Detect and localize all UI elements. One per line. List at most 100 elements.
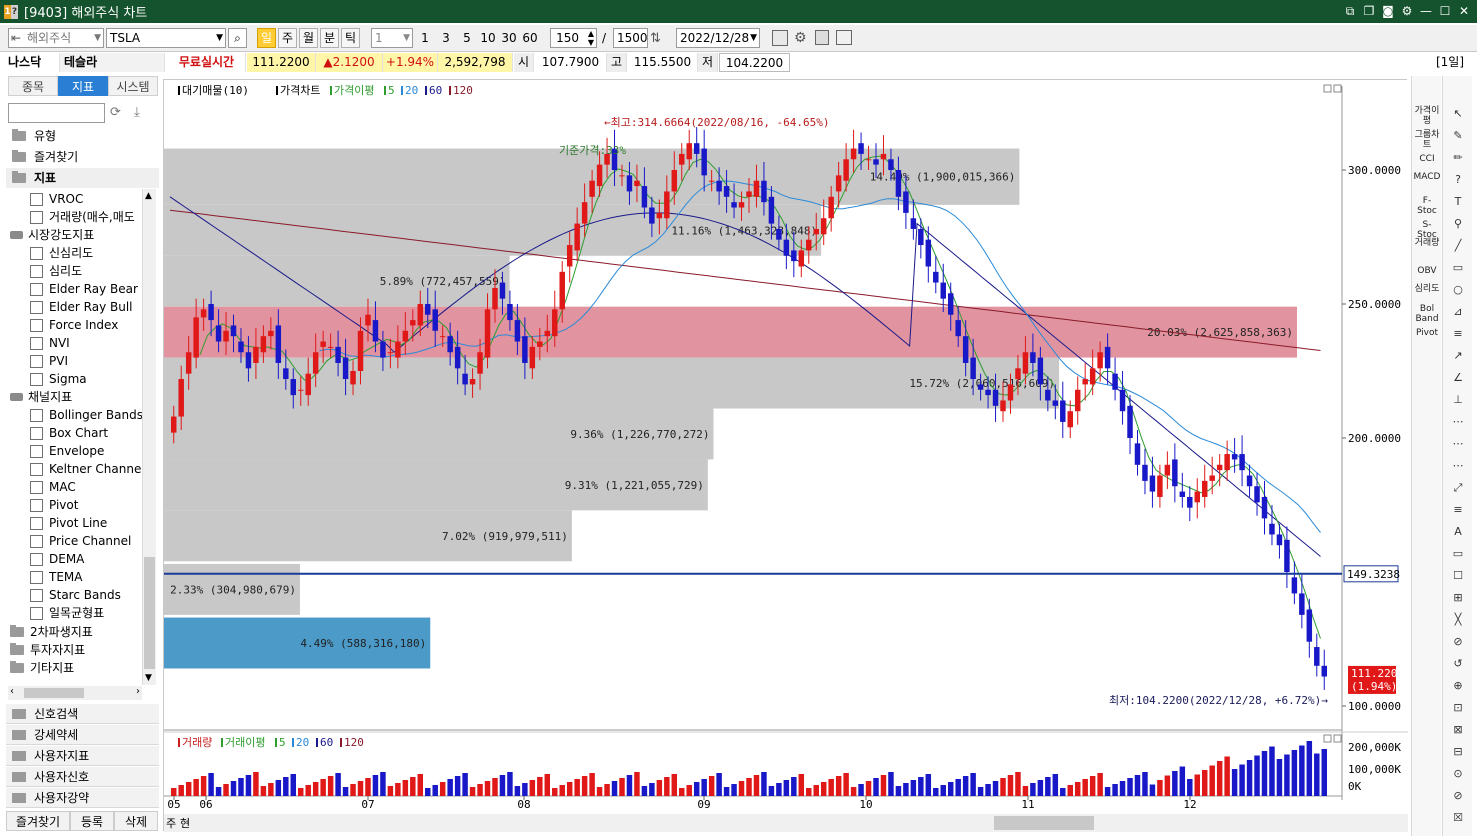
drawing-tool-icon[interactable]: ≡ (1450, 326, 1466, 342)
save-icon[interactable] (815, 30, 829, 45)
folder-user-strength[interactable]: 사용자강약 (6, 788, 159, 808)
drawing-tool-icon[interactable]: ↖ (1450, 106, 1466, 122)
interval-30-button[interactable]: 30 (499, 28, 519, 48)
pane-close-icon[interactable] (1333, 84, 1342, 93)
indicator-item[interactable]: 심리도 (30, 262, 82, 280)
scroll-right-icon[interactable]: › (136, 686, 140, 697)
refresh-icon[interactable]: ⟳ (110, 105, 121, 120)
drawing-tool-icon[interactable]: ○ (1450, 282, 1466, 298)
close-button[interactable]: ✕ (1457, 3, 1471, 19)
camera-icon[interactable]: ◙ (1381, 3, 1395, 19)
indicator-item[interactable]: Starc Bands (30, 586, 121, 604)
interval-10-button[interactable]: 10 (478, 28, 498, 48)
indicator-tool-button[interactable]: F-Stoc (1413, 196, 1441, 216)
folder-item[interactable]: 투자자지표 (6, 640, 142, 660)
indicator-item[interactable]: PVI (30, 352, 68, 370)
indicator-item[interactable]: Price Channel (30, 532, 131, 550)
gear-icon[interactable]: ⚙ (794, 30, 807, 46)
indicator-tool-button[interactable]: 심리도 (1413, 284, 1441, 294)
drawing-tool-icon[interactable]: ▭ (1450, 260, 1466, 276)
tree-scrollbar[interactable]: ▲ ▼ (142, 189, 156, 685)
drawing-tool-icon[interactable]: ? (1450, 172, 1466, 188)
drawing-tool-icon[interactable]: ↺ (1450, 656, 1466, 672)
folder-item[interactable]: 2차파생지표 (6, 622, 142, 642)
drawing-tool-icon[interactable]: ⊞ (1450, 590, 1466, 606)
indicator-tool-button[interactable]: Pivot (1413, 328, 1441, 338)
indicator-search-input[interactable] (8, 103, 105, 123)
pane-minimize-icon[interactable] (1323, 734, 1332, 743)
folder-strength[interactable]: 강세약세 (6, 725, 159, 745)
indicator-item[interactable]: DEMA (30, 550, 84, 568)
settings-icon[interactable]: ⚙ (1400, 3, 1414, 19)
folder-signal-search[interactable]: 신호검색 (6, 704, 159, 724)
indicator-category[interactable]: 채널지표 (6, 388, 72, 406)
indicator-tree[interactable]: VROC 거래량(매수,매도 시장강도지표 신심리도 심리도 Elder Ray Bear… (6, 189, 142, 679)
indicator-item[interactable]: Envelope (30, 442, 104, 460)
drawing-tool-icon[interactable]: ⊥ (1450, 392, 1466, 408)
symbol-input[interactable]: TSLA ▼ (106, 28, 226, 48)
indicator-category[interactable]: 시장강도지표 (6, 226, 94, 244)
drawing-tool-icon[interactable]: ⚲ (1450, 216, 1466, 232)
period-week-button[interactable]: 주 (278, 28, 297, 48)
pane-minimize-icon[interactable] (1323, 84, 1332, 93)
indicator-tool-button[interactable]: Bol Band (1413, 304, 1441, 324)
drawing-tool-icon[interactable]: ✎ (1450, 128, 1466, 144)
indicator-item[interactable]: Sigma (30, 370, 87, 388)
scroll-up-icon[interactable]: ▲ (145, 191, 152, 201)
register-button[interactable]: 등록 (70, 811, 114, 831)
interval-5-button[interactable]: 5 (457, 28, 477, 48)
maximize-button[interactable]: ☐ (1438, 3, 1452, 19)
folder-user-signal[interactable]: 사용자신호 (6, 767, 159, 787)
drawing-tool-icon[interactable]: ⊠ (1450, 722, 1466, 738)
price-chart-svg[interactable]: 대기매물(10) 가격차트 가격이평 5 20 60 120 14.49% (1,900,01… (164, 80, 1408, 832)
market-select[interactable]: ⇤ 해외주식 ▼ (8, 28, 104, 48)
indicator-item[interactable]: TEMA (30, 568, 82, 586)
period-month-button[interactable]: 월 (299, 28, 318, 48)
interval-3-button[interactable]: 3 (436, 28, 456, 48)
link-icon[interactable]: ⧉ (1343, 3, 1357, 19)
indicator-item[interactable]: Box Chart (30, 424, 108, 442)
spinner-icon[interactable]: ▲ ▼ (588, 29, 594, 47)
drawing-tool-icon[interactable]: T (1450, 194, 1466, 210)
drawing-tool-icon[interactable]: ✏ (1450, 150, 1466, 166)
indicator-item[interactable]: Elder Ray Bull (30, 298, 133, 316)
drawing-tool-icon[interactable]: ⊿ (1450, 304, 1466, 320)
folder-indicators[interactable]: 지표 (6, 168, 159, 188)
scroll-left-icon[interactable]: ‹ (10, 686, 14, 697)
tab-system[interactable]: 시스템 (108, 76, 158, 96)
chart-area[interactable]: 대기매물(10) 가격차트 가격이평 5 20 60 120 14.49% (1,900,01… (163, 79, 1408, 832)
interval-select[interactable]: 1 ▼ (371, 28, 413, 48)
indicator-tool-button[interactable]: 그룹차트 (1413, 130, 1441, 150)
interval-60-button[interactable]: 60 (520, 28, 540, 48)
indicator-item[interactable]: NVI (30, 334, 70, 352)
drawing-tool-icon[interactable]: ╱ (1450, 238, 1466, 254)
drawing-tool-icon[interactable]: ☐ (1450, 568, 1466, 584)
indicator-item[interactable]: 일목균형표 (30, 604, 104, 622)
date-picker[interactable]: 2022/12/28 ▼ (676, 28, 760, 48)
tree-hscrollbar[interactable]: ‹ › (8, 686, 142, 700)
drawing-tool-icon[interactable]: A (1450, 524, 1466, 540)
drawing-tool-icon[interactable]: ⊡ (1450, 700, 1466, 716)
indicator-tool-button[interactable]: CCI (1413, 154, 1441, 164)
drawing-tool-icon[interactable]: ⋯ (1450, 458, 1466, 474)
indicator-tool-button[interactable]: 가격이평 (1413, 106, 1441, 126)
period-minute-button[interactable]: 분 (320, 28, 339, 48)
tab-stock[interactable]: 종목 (8, 76, 58, 96)
print-icon[interactable] (836, 30, 852, 45)
indicator-tool-button[interactable]: 거래량 (1413, 238, 1441, 248)
chart-scroll-thumb[interactable] (994, 816, 1094, 830)
indicator-item[interactable]: 신심리도 (30, 244, 93, 262)
drawing-tool-icon[interactable]: ⊙ (1450, 766, 1466, 782)
minimize-button[interactable]: — (1419, 3, 1433, 19)
scroll-down-icon[interactable]: ▼ (145, 673, 152, 683)
indicator-item[interactable]: 거래량(매수,매도 (30, 208, 135, 226)
pane-close-icon[interactable] (1333, 734, 1342, 743)
drawing-tool-icon[interactable]: ∠ (1450, 370, 1466, 386)
drawing-tool-icon[interactable]: ☒ (1450, 810, 1466, 826)
drawing-tool-icon[interactable]: ⋯ (1450, 414, 1466, 430)
period-day-button[interactable]: 일 (257, 28, 276, 48)
favorites-button[interactable]: 즐겨찾기 (6, 811, 70, 831)
indicator-tool-button[interactable]: S-Stoc (1413, 220, 1441, 240)
hscroll-thumb[interactable] (24, 688, 84, 698)
scroll-thumb[interactable] (144, 557, 155, 669)
